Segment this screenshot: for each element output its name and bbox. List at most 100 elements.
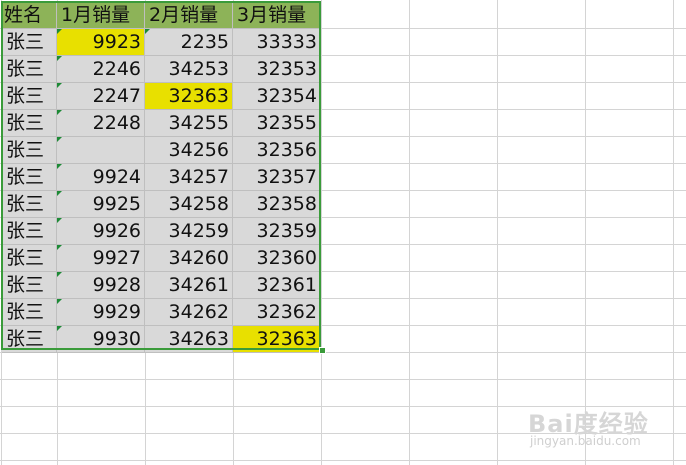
cell-value: 32363 <box>256 328 317 350</box>
cell-name[interactable]: 张三 <box>2 326 57 353</box>
cell-name[interactable]: 张三 <box>2 191 57 218</box>
cell-value: 9924 <box>92 166 141 188</box>
cell-mar-sales[interactable]: 32357 <box>233 164 321 191</box>
table-row: 张三 9925 34258 32358 <box>2 191 323 218</box>
cell-name[interactable]: 张三 <box>2 83 57 110</box>
table-row: 张三 9923 2235 33333 <box>2 29 323 56</box>
cell-jan-sales[interactable]: 2246 <box>57 56 145 83</box>
cell-mar-sales[interactable]: 32353 <box>233 56 321 83</box>
cell-jan-sales[interactable]: 9925 <box>57 191 145 218</box>
cell-feb-sales[interactable]: 34262 <box>145 299 233 326</box>
cell-mar-sales[interactable]: 32363 <box>233 326 321 353</box>
header-cell-jan-sales[interactable]: 1月销量 <box>57 2 145 29</box>
cell-value: 32355 <box>256 112 317 134</box>
cell-value: 34256 <box>168 139 229 161</box>
cell-feb-sales[interactable]: 34259 <box>145 218 233 245</box>
cell-value: 2247 <box>92 85 141 107</box>
cell-name[interactable]: 张三 <box>2 56 57 83</box>
cell-name[interactable]: 张三 <box>2 272 57 299</box>
header-cell-mar-sales[interactable]: 3月销量 <box>233 2 321 29</box>
cell-value: 33333 <box>256 31 317 53</box>
cell-feb-sales[interactable]: 34257 <box>145 164 233 191</box>
cell-jan-sales[interactable]: 9930 <box>57 326 145 353</box>
error-indicator-icon <box>57 110 62 115</box>
cell-feb-sales[interactable]: 34263 <box>145 326 233 353</box>
cell-name[interactable]: 张三 <box>2 29 57 56</box>
cell-name[interactable]: 张三 <box>2 218 57 245</box>
cell-value: 9923 <box>92 31 141 53</box>
cell-value: 9929 <box>92 301 141 323</box>
cell-value: 张三 <box>6 193 45 215</box>
cell-value: 2235 <box>180 31 229 53</box>
table-row: 张三 9928 34261 32361 <box>2 272 323 299</box>
cell-name[interactable]: 张三 <box>2 245 57 272</box>
cell-value: 2246 <box>92 58 141 80</box>
cell-jan-sales[interactable]: 9927 <box>57 245 145 272</box>
cell-mar-sales[interactable]: 33333 <box>233 29 321 56</box>
cell-feb-sales[interactable]: 2235 <box>145 29 233 56</box>
cell-mar-sales[interactable]: 32359 <box>233 218 321 245</box>
cell-mar-sales[interactable]: 32361 <box>233 272 321 299</box>
cell-jan-sales[interactable]: 9923 <box>57 29 145 56</box>
fill-handle[interactable] <box>319 347 326 354</box>
cell-value: 32356 <box>256 139 317 161</box>
cell-mar-sales[interactable]: 32354 <box>233 83 321 110</box>
cell-value: 34253 <box>168 58 229 80</box>
grid-column-line <box>673 0 674 465</box>
table-row: 张三 9929 34262 32362 <box>2 299 323 326</box>
cell-value: 32359 <box>256 220 317 242</box>
cell-value: 张三 <box>6 274 45 296</box>
cell-mar-sales[interactable]: 32360 <box>233 245 321 272</box>
cell-jan-sales[interactable] <box>57 137 145 164</box>
error-indicator-icon <box>57 218 62 223</box>
cell-value: 34261 <box>168 274 229 296</box>
header-cell-name[interactable]: 姓名 <box>2 2 57 29</box>
cell-feb-sales[interactable]: 34253 <box>145 56 233 83</box>
cell-mar-sales[interactable]: 32356 <box>233 137 321 164</box>
cell-value: 张三 <box>6 166 45 188</box>
cell-mar-sales[interactable]: 32358 <box>233 191 321 218</box>
error-indicator-icon <box>145 29 150 34</box>
table-row: 张三 2246 34253 32353 <box>2 56 323 83</box>
cell-value: 张三 <box>6 31 45 53</box>
grid-row-line <box>0 460 686 461</box>
cell-value: 32353 <box>256 58 317 80</box>
error-indicator-icon <box>57 83 62 88</box>
cell-name[interactable]: 张三 <box>2 299 57 326</box>
cell-value: 张三 <box>6 85 45 107</box>
cell-value: 9926 <box>92 220 141 242</box>
cell-name[interactable]: 张三 <box>2 110 57 137</box>
cell-value: 32360 <box>256 247 317 269</box>
header-cell-feb-sales[interactable]: 2月销量 <box>145 2 233 29</box>
cell-jan-sales[interactable]: 9929 <box>57 299 145 326</box>
cell-mar-sales[interactable]: 32362 <box>233 299 321 326</box>
cell-feb-sales[interactable]: 34261 <box>145 272 233 299</box>
cell-value: 34263 <box>168 328 229 350</box>
cell-value: 9928 <box>92 274 141 296</box>
cell-feb-sales[interactable]: 34255 <box>145 110 233 137</box>
error-indicator-icon <box>57 299 62 304</box>
cell-name[interactable]: 张三 <box>2 137 57 164</box>
cell-mar-sales[interactable]: 32355 <box>233 110 321 137</box>
cell-jan-sales[interactable]: 9924 <box>57 164 145 191</box>
cell-jan-sales[interactable]: 2247 <box>57 83 145 110</box>
cell-name[interactable]: 张三 <box>2 164 57 191</box>
cell-feb-sales[interactable]: 32363 <box>145 83 233 110</box>
cell-feb-sales[interactable]: 34256 <box>145 137 233 164</box>
cell-value: 9925 <box>92 193 141 215</box>
cell-feb-sales[interactable]: 34258 <box>145 191 233 218</box>
cell-jan-sales[interactable]: 9928 <box>57 272 145 299</box>
cell-value: 2248 <box>92 112 141 134</box>
table-row: 张三 2248 34255 32355 <box>2 110 323 137</box>
error-indicator-icon <box>57 164 62 169</box>
cell-value: 9927 <box>92 247 141 269</box>
cell-value: 张三 <box>6 112 45 134</box>
cell-feb-sales[interactable]: 34260 <box>145 245 233 272</box>
error-indicator-icon <box>57 191 62 196</box>
cell-value: 32363 <box>168 85 229 107</box>
cell-jan-sales[interactable]: 2248 <box>57 110 145 137</box>
cell-jan-sales[interactable]: 9926 <box>57 218 145 245</box>
grid-column-line <box>585 0 586 465</box>
cell-value: 34257 <box>168 166 229 188</box>
error-indicator-icon <box>57 326 62 331</box>
